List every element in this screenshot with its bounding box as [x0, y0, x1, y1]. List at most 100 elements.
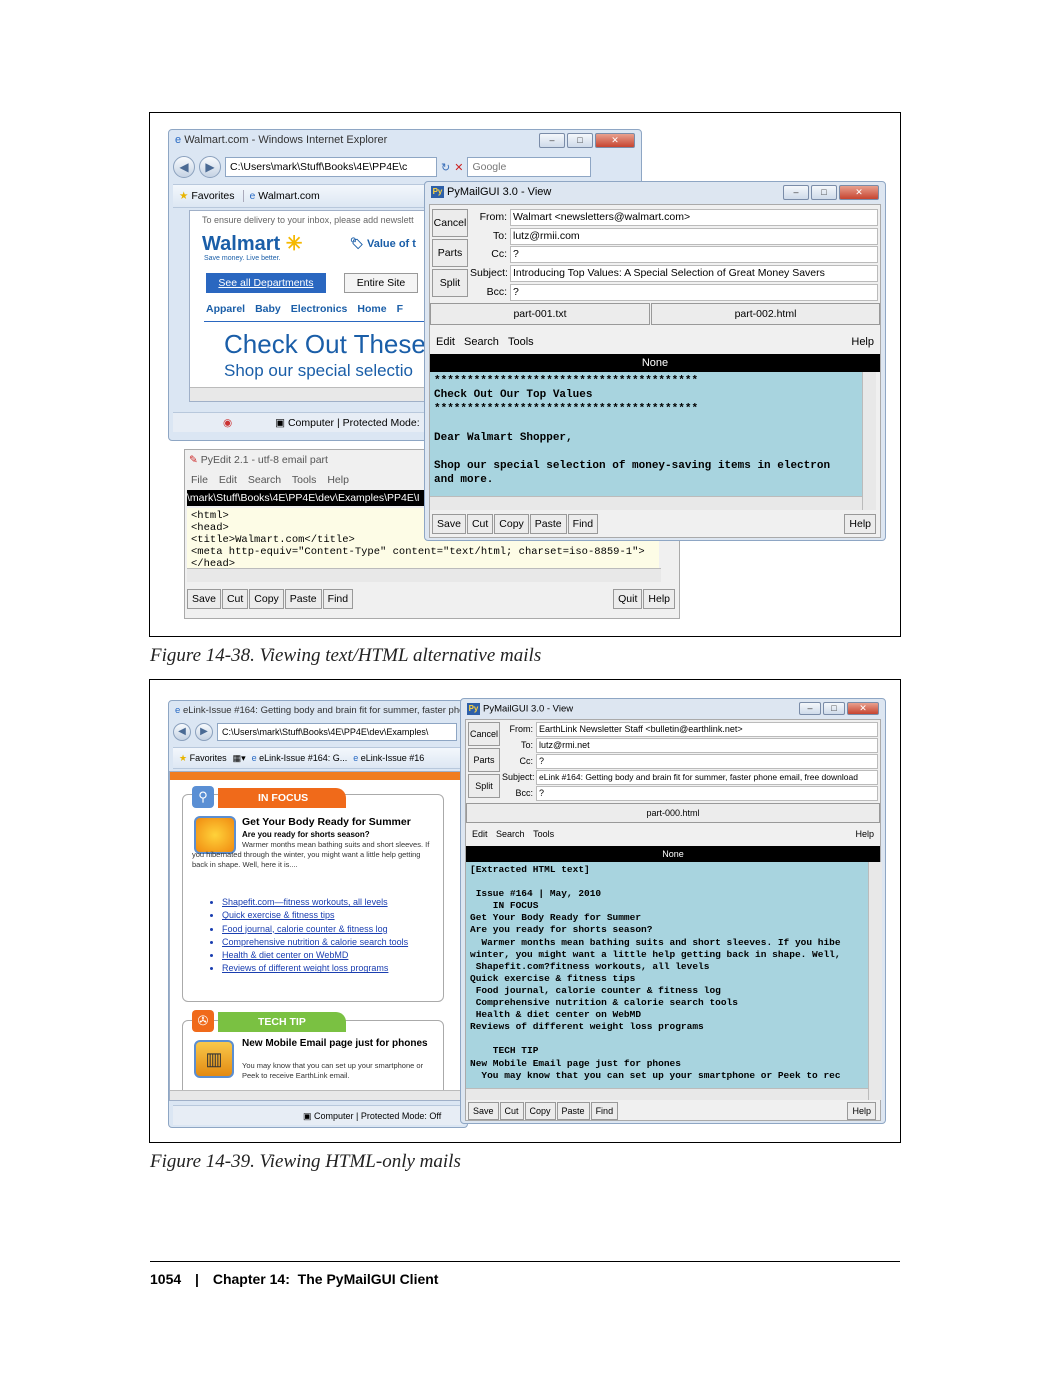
- copy-button[interactable]: Copy: [249, 589, 284, 609]
- message-hscrollbar[interactable]: [430, 496, 862, 510]
- parts-button[interactable]: Parts: [432, 239, 468, 267]
- menu-edit[interactable]: Edit: [472, 829, 488, 839]
- menu-search[interactable]: Search: [464, 336, 499, 348]
- header-label: From:: [509, 724, 534, 734]
- paste-button[interactable]: Paste: [529, 514, 567, 534]
- walmart-logo[interactable]: Walmart ✳: [202, 231, 303, 256]
- menu-search[interactable]: Search: [496, 829, 525, 839]
- menu-help[interactable]: Help: [855, 824, 874, 844]
- pyedit-hscrollbar[interactable]: [187, 568, 661, 582]
- departments-button[interactable]: See all Departments: [206, 273, 326, 293]
- copy-button[interactable]: Copy: [524, 1102, 556, 1120]
- bcc-field[interactable]: ?: [510, 283, 878, 301]
- nav-apparel[interactable]: Apparel: [206, 303, 245, 315]
- message-hscrollbar[interactable]: [466, 1088, 868, 1100]
- menu-tools[interactable]: Tools: [533, 829, 554, 839]
- help-button[interactable]: Help: [847, 1102, 876, 1120]
- subject-field[interactable]: eLink #164: Getting body and brain fit f…: [536, 769, 878, 785]
- message-text[interactable]: ****************************************…: [430, 372, 862, 496]
- part-button[interactable]: part-001.txt: [430, 303, 650, 325]
- copy-button[interactable]: Copy: [494, 514, 529, 534]
- menu-file[interactable]: File: [191, 474, 208, 486]
- minimize-button[interactable]: –: [539, 133, 565, 148]
- back-icon[interactable]: ◀: [173, 723, 191, 741]
- close-button[interactable]: ✕: [847, 702, 879, 715]
- find-button[interactable]: Find: [322, 589, 354, 609]
- minimize-button[interactable]: –: [783, 185, 809, 200]
- maximize-button[interactable]: □: [811, 185, 837, 200]
- split-button[interactable]: Split: [432, 269, 468, 297]
- cancel-button[interactable]: Cancel: [468, 722, 500, 746]
- value-link[interactable]: 🏷 Value of t: [350, 237, 416, 250]
- link-item[interactable]: Comprehensive nutrition & calorie search…: [222, 936, 438, 949]
- close-button[interactable]: ✕: [839, 185, 879, 200]
- nav-home[interactable]: Home: [357, 303, 386, 315]
- address-bar[interactable]: C:\Users\mark\Stuff\Books\4E\PP4E\c: [225, 157, 437, 177]
- menu-help[interactable]: Help: [851, 331, 874, 353]
- help-button[interactable]: Help: [844, 514, 876, 534]
- entire-site-select[interactable]: Entire Site: [344, 273, 418, 293]
- menu-tools[interactable]: Tools: [508, 336, 534, 348]
- from-field[interactable]: EarthLink Newsletter Staff <bulletin@ear…: [536, 721, 878, 737]
- paste-button[interactable]: Paste: [284, 589, 322, 609]
- cut-button[interactable]: Cut: [221, 589, 249, 609]
- grid-icon[interactable]: ▦▾: [233, 753, 246, 764]
- nav-baby[interactable]: Baby: [255, 303, 281, 315]
- link-item[interactable]: Health & diet center on WebMD: [222, 949, 438, 962]
- menu-help[interactable]: Help: [327, 474, 349, 486]
- menu-edit[interactable]: Edit: [436, 336, 455, 348]
- minimize-button[interactable]: –: [799, 702, 821, 715]
- paste-button[interactable]: Paste: [556, 1102, 590, 1120]
- quit-button[interactable]: Quit: [613, 589, 643, 609]
- tab-1[interactable]: e eLink-Issue #164: G...: [252, 753, 348, 763]
- save-button[interactable]: Save: [432, 514, 466, 534]
- save-button[interactable]: Save: [468, 1102, 499, 1120]
- tab-walmart[interactable]: e Walmart.com: [242, 190, 320, 202]
- menu-search[interactable]: Search: [248, 474, 281, 486]
- menu-edit[interactable]: Edit: [219, 474, 237, 486]
- cut-button[interactable]: Cut: [499, 1102, 524, 1120]
- bcc-field[interactable]: ?: [536, 785, 878, 801]
- stop-icon[interactable]: ✕: [454, 161, 463, 174]
- find-button[interactable]: Find: [590, 1102, 619, 1120]
- find-button[interactable]: Find: [567, 514, 599, 534]
- parts-button[interactable]: Parts: [468, 748, 500, 772]
- tab-2[interactable]: e eLink-Issue #16: [353, 753, 424, 763]
- favorites-button[interactable]: ★ Favorites: [179, 753, 227, 764]
- ie-hscrollbar[interactable]: [170, 1090, 466, 1100]
- link-item[interactable]: Quick exercise & fitness tips: [222, 909, 438, 922]
- forward-icon[interactable]: ▶: [195, 723, 213, 741]
- menu-tools[interactable]: Tools: [292, 474, 317, 486]
- message-vscrollbar[interactable]: [868, 862, 882, 1100]
- link-item[interactable]: Reviews of different weight loss program…: [222, 962, 438, 975]
- subject-field[interactable]: Introducing Top Values: A Special Select…: [510, 264, 878, 282]
- cc-field[interactable]: ?: [510, 245, 878, 263]
- from-field[interactable]: Walmart <newsletters@walmart.com>: [510, 208, 878, 226]
- cancel-button[interactable]: Cancel: [432, 209, 468, 237]
- nav-electronics[interactable]: Electronics: [291, 303, 348, 315]
- cut-button[interactable]: Cut: [466, 514, 494, 534]
- address-bar[interactable]: C:\Users\mark\Stuff\Books\4E\PP4E\dev\Ex…: [217, 723, 457, 741]
- focus-subtitle: Are you ready for shorts season?: [242, 830, 370, 839]
- maximize-button[interactable]: □: [823, 702, 845, 715]
- part-button[interactable]: part-000.html: [466, 803, 880, 823]
- close-button[interactable]: ✕: [595, 133, 635, 148]
- to-field[interactable]: lutz@rmi.net: [536, 737, 878, 753]
- back-icon[interactable]: ◀: [173, 156, 195, 178]
- link-item[interactable]: Shapefit.com—fitness workouts, all level…: [222, 896, 438, 909]
- help-button[interactable]: Help: [643, 589, 675, 609]
- part-button[interactable]: part-002.html: [651, 303, 880, 325]
- maximize-button[interactable]: □: [567, 133, 593, 148]
- refresh-icon[interactable]: ↻: [441, 161, 450, 174]
- favorites-button[interactable]: ★ Favorites: [179, 190, 235, 202]
- split-button[interactable]: Split: [468, 774, 500, 798]
- message-text[interactable]: [Extracted HTML text] Issue #164 | May, …: [466, 862, 868, 1088]
- to-field[interactable]: lutz@rmii.com: [510, 227, 878, 245]
- cc-field[interactable]: ?: [536, 753, 878, 769]
- link-item[interactable]: Food journal, calorie counter & fitness …: [222, 923, 438, 936]
- forward-icon[interactable]: ▶: [199, 156, 221, 178]
- save-button[interactable]: Save: [187, 589, 221, 609]
- nav-more[interactable]: F: [397, 303, 403, 315]
- message-vscrollbar[interactable]: [862, 372, 876, 510]
- search-input[interactable]: Google: [467, 157, 592, 177]
